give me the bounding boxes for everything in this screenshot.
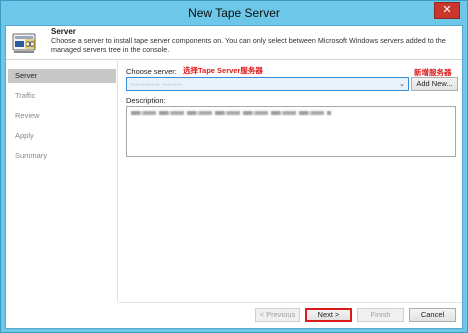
window-title: New Tape Server (188, 6, 280, 20)
cancel-button[interactable]: Cancel (409, 308, 456, 322)
description-label: Description: (126, 96, 166, 105)
choose-server-annotation: 选择Tape Server服务器 (183, 66, 263, 75)
step-server[interactable]: Server (8, 69, 116, 83)
server-select[interactable]: ~~~~~~ ~~~~ ⌄ (126, 77, 409, 91)
step-summary[interactable]: Summary (8, 149, 116, 163)
new-tape-server-window: New Tape Server ✕ Server Choose a server… (0, 0, 468, 333)
next-button[interactable]: Next > (305, 308, 352, 322)
title-bar[interactable]: New Tape Server ✕ (1, 1, 467, 25)
header-title: Server (51, 27, 76, 36)
add-new-button[interactable]: Add New... (411, 77, 458, 91)
step-review[interactable]: Review (8, 109, 116, 123)
wizard-header: Server Choose a server to install tape s… (6, 26, 462, 60)
choose-server-label: Choose server: (126, 67, 177, 76)
wizard-body: Server Choose a server to install tape s… (5, 25, 463, 329)
step-traffic[interactable]: Traffic (8, 89, 116, 103)
wizard-footer: < Previous Next > Finish Cancel (6, 302, 462, 328)
close-button[interactable]: ✕ (434, 2, 460, 19)
finish-button[interactable]: Finish (357, 308, 404, 322)
wizard-steps-nav: Server Traffic Review Apply Summary (6, 61, 118, 312)
header-description: Choose a server to install tape server c… (51, 36, 446, 54)
chevron-down-icon[interactable]: ⌄ (399, 80, 405, 88)
previous-button[interactable]: < Previous (255, 308, 300, 322)
description-box (126, 106, 456, 157)
footer-divider (118, 302, 462, 303)
description-text (131, 111, 331, 115)
selected-server-value: ~~~~~~ ~~~~ (131, 80, 183, 89)
step-apply[interactable]: Apply (8, 129, 116, 143)
tape-server-icon (12, 33, 36, 53)
